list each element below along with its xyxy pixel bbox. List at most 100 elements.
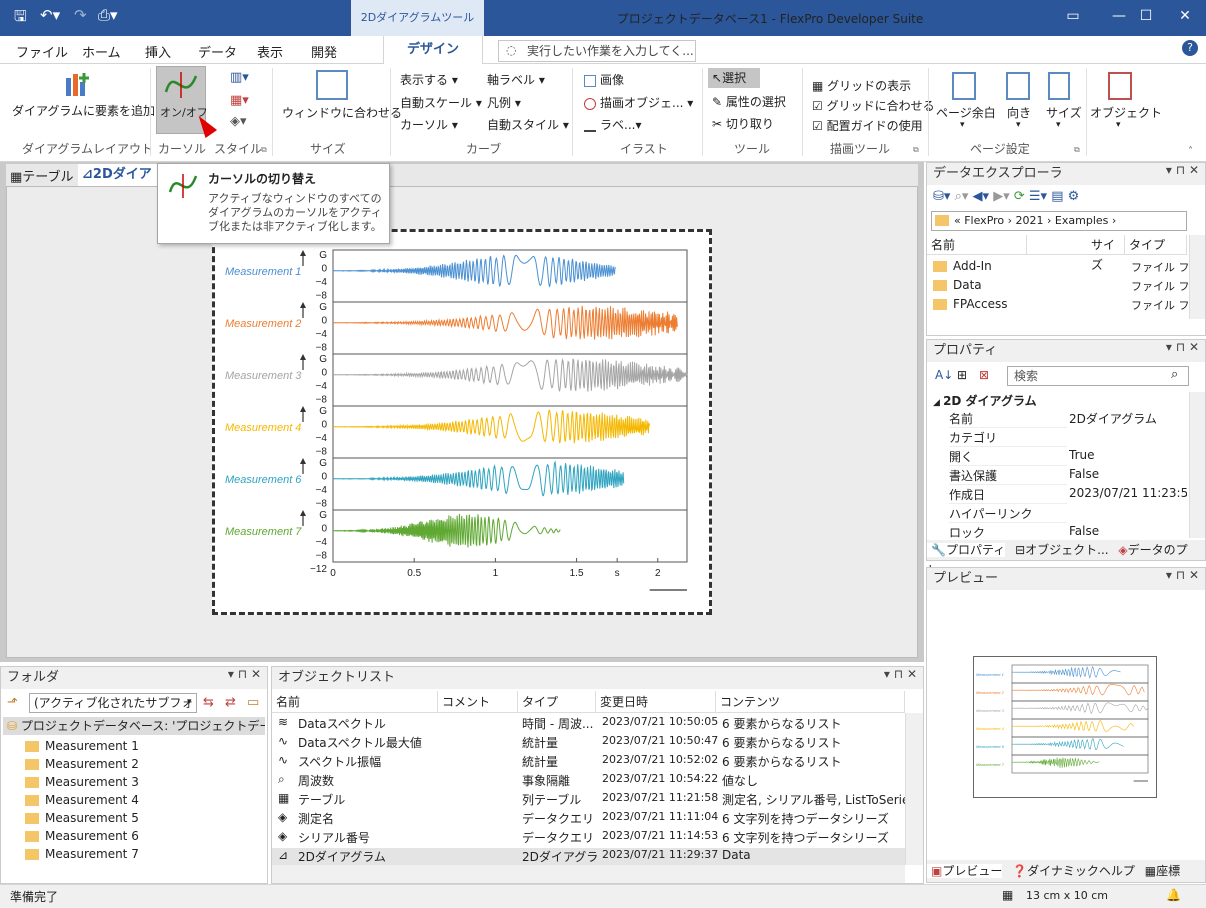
delete-icon[interactable]: ⊠ xyxy=(979,368,989,382)
label-button[interactable]: ラベ...▾ xyxy=(584,116,641,133)
close-icon[interactable]: ✕ xyxy=(1189,340,1199,354)
show-button[interactable]: 表示する ▾ xyxy=(400,71,458,88)
db-icon[interactable]: ⛁▾ xyxy=(933,189,950,204)
object-button[interactable]: オブジェクト xyxy=(1090,104,1162,121)
cursor-menu-button[interactable]: カーソル ▾ xyxy=(400,116,458,133)
dropdown-icon[interactable]: ▾ xyxy=(1166,568,1176,582)
table-row[interactable]: ⌕ 周波数 事象隔離 2023/07/21 10:54:22 値なし xyxy=(272,772,905,791)
pin-icon[interactable]: ⊓ xyxy=(238,667,251,681)
folder-root[interactable]: ⛁ プロジェクトデータベース: 'プロジェクトデータベース1' xyxy=(3,717,265,735)
doc-tab-diagram[interactable]: ⊿2Dダイアグ xyxy=(78,164,160,204)
tab-develop[interactable]: 開発 xyxy=(311,42,337,61)
search-icon[interactable]: ⌕▾ xyxy=(955,189,969,204)
dropdown-icon[interactable]: ▾ xyxy=(1166,163,1176,177)
table-row[interactable]: ▦ テーブル 列テーブル 2023/07/21 11:21:58 測定名, シリアル番号… xyxy=(272,791,905,810)
col-name[interactable]: 名前 xyxy=(927,235,1027,255)
sort-alpha-icon[interactable]: A↓ xyxy=(935,368,953,382)
show-grid-checkbox[interactable]: ▦ グリッドの表示 xyxy=(812,77,911,94)
page-setup-launcher-icon[interactable]: ⧉ xyxy=(1074,145,1080,155)
col-comment[interactable]: コメント xyxy=(438,691,518,713)
folder-item[interactable]: Measurement 3 xyxy=(25,775,139,789)
undo-icon[interactable]: ↶▾ xyxy=(40,6,60,24)
customize-qat-icon[interactable]: ⎙▾ xyxy=(98,6,118,24)
tab-view[interactable]: 表示 xyxy=(257,42,283,61)
dropdown-icon[interactable]: ▾ xyxy=(884,667,894,681)
folder-item[interactable]: Measurement 6 xyxy=(25,829,139,843)
properties-scrollbar[interactable] xyxy=(1189,392,1205,538)
fill-icon[interactable]: ◈▾ xyxy=(230,114,247,129)
search-icon[interactable]: ⌕ xyxy=(1171,367,1178,382)
doc-tab-table[interactable]: ▦テーブル xyxy=(10,166,74,185)
cut-button[interactable]: ✂ 切り取り xyxy=(712,115,774,132)
forward-icon[interactable]: ▶▾ xyxy=(993,189,1010,204)
close-button[interactable]: ✕ xyxy=(1162,0,1206,32)
axis-label-button[interactable]: 軸ラベル ▾ xyxy=(487,71,545,88)
snap-grid-checkbox[interactable]: ☑ グリッドに合わせる xyxy=(812,97,935,114)
table-row[interactable]: ∿ スペクトル振幅 統計量 2023/07/21 10:52:02 6 要素からなるリス… xyxy=(272,753,905,772)
auto-style-button[interactable]: 自動スタイル ▾ xyxy=(487,116,569,133)
tab-properties[interactable]: 🔧プロパティ xyxy=(927,543,1006,557)
pin-icon[interactable]: ⊓ xyxy=(1176,340,1189,354)
property-value[interactable]: False xyxy=(1069,467,1187,481)
explorer-scrollbar[interactable] xyxy=(1189,235,1205,319)
draw-tools-launcher-icon[interactable]: ⧉ xyxy=(913,145,919,155)
tab-home[interactable]: ホーム xyxy=(82,42,121,61)
diagram-page[interactable]: Measurement 1 G 0 −4 −8 Measurement 2 G 0 −4 −8 Me… xyxy=(212,229,712,615)
dropdown-icon[interactable]: ▾ xyxy=(1166,340,1176,354)
margins-button[interactable]: ページ余白 xyxy=(936,104,996,121)
refresh-icon[interactable]: ⟳ xyxy=(1014,189,1025,204)
calculator-icon[interactable]: ▤ xyxy=(1051,189,1063,204)
categorize-icon[interactable]: ⊞ xyxy=(957,368,967,382)
tab-insert[interactable]: 挿入 xyxy=(145,42,171,61)
col-modified[interactable]: 変更日時 xyxy=(596,691,716,713)
explorer-item[interactable]: Add-In xyxy=(933,259,992,273)
tab-objects[interactable]: ⊟オブジェクト... xyxy=(1009,543,1109,557)
table-row[interactable]: ◈ 測定名 データクエリ 2023/07/21 11:11:04 6 文字列を持つデータ… xyxy=(272,810,905,829)
property-value[interactable]: 2023/07/21 11:23:55 xyxy=(1069,486,1187,500)
new-folder-icon[interactable]: ▭ xyxy=(247,695,259,710)
table-row[interactable]: ◈ シリアル番号 データクエリ 2023/07/21 11:14:53 6 文字列を持つ… xyxy=(272,829,905,848)
property-section[interactable]: ◢ 2D ダイアグラム xyxy=(933,392,1037,409)
folder-filter-select[interactable]: (アクティブ化されたサブフォル xyxy=(29,693,197,713)
explorer-item[interactable]: FPAccess xyxy=(933,297,1007,311)
folder-item[interactable]: Measurement 5 xyxy=(25,811,139,825)
property-value[interactable]: True xyxy=(1069,448,1187,462)
autoscale-button[interactable]: 自動スケール ▾ xyxy=(400,94,482,111)
property-value[interactable]: 2Dダイアグラム xyxy=(1069,410,1187,427)
tell-me-input[interactable]: 実行したい作業を入力してく... xyxy=(498,40,696,62)
folder-action-icon-2[interactable]: ⇄ xyxy=(225,695,236,710)
select-button[interactable]: ↖選択 xyxy=(708,68,760,88)
tab-file[interactable]: ファイル xyxy=(16,42,68,61)
notification-icon[interactable]: 🔔 xyxy=(1166,888,1181,902)
pin-icon[interactable]: ⊓ xyxy=(1176,163,1189,177)
col-type[interactable]: タイプ xyxy=(1125,235,1187,255)
add-element-button[interactable]: ダイアグラムに要素を追加 xyxy=(12,102,155,119)
dropdown-icon[interactable]: ▾ xyxy=(228,667,238,681)
tab-data[interactable]: データ xyxy=(198,42,237,61)
image-button[interactable]: 画像 xyxy=(584,71,624,88)
ribbon-display-icon[interactable]: ▭ xyxy=(1050,0,1096,32)
up-folder-icon[interactable]: ⬏ xyxy=(7,695,18,710)
tab-preview[interactable]: ▣プレビュー xyxy=(927,864,1003,878)
col-size[interactable]: サイズ xyxy=(1087,235,1125,272)
folder-item[interactable]: Measurement 1 xyxy=(25,739,139,753)
save-icon[interactable]: 🖫 xyxy=(14,6,27,31)
tab-coordinates[interactable]: ▦座標 xyxy=(1139,864,1180,878)
folder-item[interactable]: Measurement 4 xyxy=(25,793,139,807)
path-breadcrumb[interactable]: « FlexPro › 2021 › Examples › xyxy=(931,211,1187,231)
object-list-vscroll[interactable] xyxy=(905,713,923,865)
draw-object-button[interactable]: 描画オブジェ... ▾ xyxy=(584,94,693,111)
tab-dynamic-help[interactable]: ❓ダイナミックヘルプ xyxy=(1006,864,1135,878)
tab-design[interactable]: デザイン xyxy=(383,36,483,65)
maximize-button[interactable]: ☐ xyxy=(1126,0,1166,32)
page-size-button[interactable]: サイズ xyxy=(1046,104,1082,121)
col-type[interactable]: タイプ xyxy=(518,691,596,713)
folder-action-icon-1[interactable]: ⇆ xyxy=(203,695,214,710)
table-row[interactable]: ∿ Dataスペクトル最大値 統計量 2023/07/21 10:50:47 6 要素か… xyxy=(272,734,905,753)
help-icon[interactable]: ? xyxy=(1182,40,1198,56)
folder-item[interactable]: Measurement 7 xyxy=(25,847,139,861)
property-search-input[interactable]: 検索 xyxy=(1007,366,1189,386)
object-list-hscroll[interactable] xyxy=(272,865,905,883)
orientation-button[interactable]: 向き xyxy=(1007,104,1031,121)
explorer-item[interactable]: Data xyxy=(933,278,982,292)
